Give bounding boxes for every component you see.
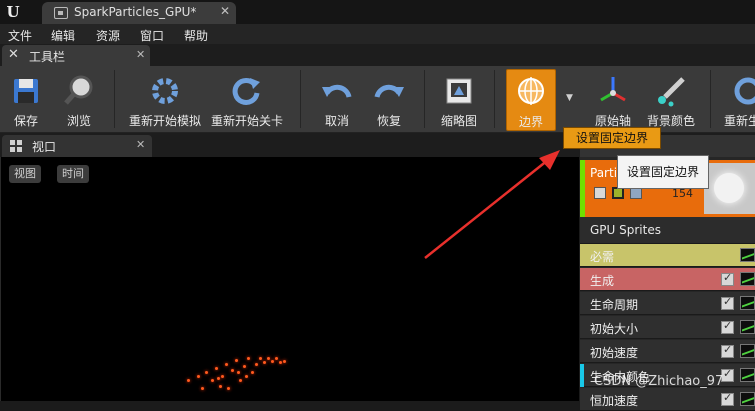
annotation-arrow [424,150,560,259]
annotation-arrow-head [539,150,560,170]
watermark: CSDN @Zhichao_97 [594,374,724,389]
annotation-arrow-line [424,159,549,259]
